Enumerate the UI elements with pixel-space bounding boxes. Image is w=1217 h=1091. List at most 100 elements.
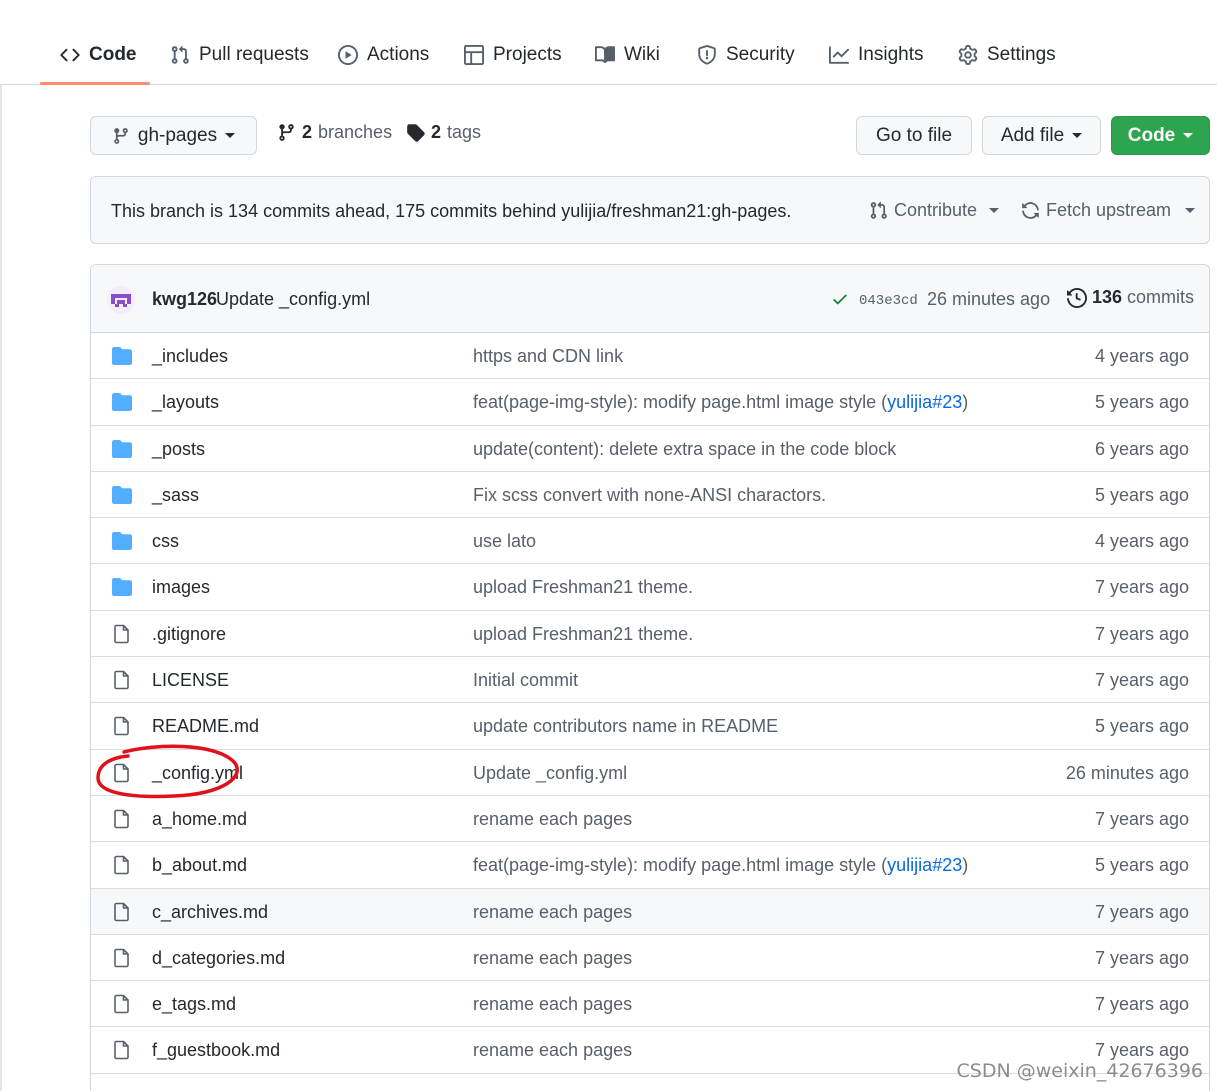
add-file-button[interactable]: Add file bbox=[982, 116, 1101, 155]
fetch-upstream-button[interactable]: Fetch upstream bbox=[1021, 200, 1196, 221]
file-row[interactable]: _sass Fix scss convert with none-ANSI cha… bbox=[91, 472, 1209, 519]
file-row[interactable]: images upload Freshman21 theme. 7 years ag… bbox=[91, 564, 1209, 611]
check-icon[interactable] bbox=[831, 290, 849, 308]
chevron-down-icon bbox=[225, 133, 236, 138]
tab-code[interactable]: Code bbox=[60, 38, 137, 72]
code-download-button[interactable]: Code bbox=[1111, 116, 1210, 155]
branches-link[interactable]: 2 branches bbox=[277, 122, 392, 143]
file-commit-message[interactable]: Initial commit bbox=[473, 670, 578, 691]
file-name-link[interactable]: css bbox=[152, 531, 179, 552]
file-age: 7 years ago bbox=[1094, 623, 1189, 644]
branch-name: gh-pages bbox=[137, 124, 218, 146]
tab-security[interactable]: Security bbox=[697, 38, 795, 72]
file-name-link[interactable]: f_guestbook.md bbox=[152, 1040, 280, 1061]
file-row[interactable]: _config.yml Update _config.yml 26 minutes … bbox=[91, 750, 1209, 796]
commit-message-text[interactable]: update contributors name in README bbox=[473, 716, 778, 736]
file-name-link[interactable]: a_home.md bbox=[152, 809, 247, 830]
tab-wiki[interactable]: Wiki bbox=[595, 38, 660, 72]
file-name-link[interactable]: _config.yml bbox=[152, 763, 243, 784]
issue-link[interactable]: yulijia#23 bbox=[887, 392, 962, 412]
file-icon bbox=[111, 902, 133, 922]
latest-commit-bar: kwg126 Update _config.yml 043e3cd 26 min… bbox=[91, 265, 1209, 333]
tab-label: Actions bbox=[367, 44, 430, 65]
file-commit-message[interactable]: update contributors name in README bbox=[473, 716, 778, 737]
file-commit-message[interactable]: use lato bbox=[473, 531, 536, 552]
code-icon bbox=[60, 48, 80, 62]
file-commit-message[interactable]: rename each pages bbox=[473, 994, 632, 1015]
file-row[interactable]: _posts update(content): delete extra spac… bbox=[91, 426, 1209, 472]
file-name-link[interactable]: _posts bbox=[152, 439, 205, 460]
file-name-link[interactable]: b_about.md bbox=[152, 855, 247, 876]
tab-insights[interactable]: Insights bbox=[829, 38, 923, 72]
file-row[interactable]: css use lato 4 years ago bbox=[91, 518, 1209, 565]
file-commit-message[interactable]: rename each pages bbox=[473, 1040, 632, 1061]
commit-message-text[interactable]: https and CDN link bbox=[473, 346, 623, 366]
file-row[interactable]: LICENSE Initial commit 7 years ago bbox=[91, 657, 1209, 704]
issue-link[interactable]: yulijia#23 bbox=[887, 855, 962, 875]
file-name-link[interactable]: c_archives.md bbox=[152, 902, 268, 923]
file-name-link[interactable]: e_tags.md bbox=[152, 994, 236, 1015]
commit-message-text[interactable]: Fix scss convert with none-ANSI characto… bbox=[473, 485, 826, 505]
file-row[interactable]: README.md update contributors name in REA… bbox=[91, 703, 1209, 750]
file-name-link[interactable]: _includes bbox=[152, 346, 228, 367]
file-name-link[interactable]: LICENSE bbox=[152, 670, 229, 691]
file-row[interactable]: b_about.md feat(page-img-style): modify p… bbox=[91, 842, 1209, 889]
ahead-behind-text: This branch is 134 commits ahead, 175 co… bbox=[111, 201, 792, 221]
go-to-file-button[interactable]: Go to file bbox=[856, 116, 972, 155]
file-commit-message[interactable]: https and CDN link bbox=[473, 346, 623, 367]
commit-sha-link[interactable]: 043e3cd bbox=[859, 293, 918, 309]
contribute-button[interactable]: Contribute bbox=[869, 200, 1000, 221]
file-row[interactable]: _includes https and CDN link 4 years ago bbox=[91, 333, 1209, 380]
commit-message-link[interactable]: Update _config.yml bbox=[216, 289, 370, 310]
tab-projects[interactable]: Projects bbox=[464, 38, 562, 72]
file-name-link[interactable]: README.md bbox=[152, 716, 259, 737]
commit-message-text[interactable]: update(content): delete extra space in t… bbox=[473, 439, 896, 459]
commit-message-text[interactable]: Update _config.yml bbox=[473, 763, 627, 783]
file-row[interactable]: c_archives.md rename each pages 7 years ag… bbox=[91, 888, 1209, 935]
file-age: 4 years ago bbox=[1094, 531, 1189, 552]
tags-link[interactable]: 2 tags bbox=[406, 122, 481, 143]
file-row[interactable]: _layouts feat(page-img-style): modify pag… bbox=[91, 379, 1209, 426]
commit-message-text[interactable]: upload Freshman21 theme. bbox=[473, 624, 693, 644]
commit-message-text[interactable]: use lato bbox=[473, 531, 536, 551]
file-name-link[interactable]: d_categories.md bbox=[152, 948, 285, 969]
file-name-link[interactable]: images bbox=[152, 577, 210, 598]
file-row[interactable]: d_categories.md rename each pages 7 years … bbox=[91, 935, 1209, 982]
file-commit-message[interactable]: Update _config.yml bbox=[473, 763, 627, 784]
file-commit-message[interactable]: feat(page-img-style): modify page.html i… bbox=[473, 392, 968, 413]
tab-label: Projects bbox=[493, 44, 562, 65]
commit-message-text[interactable]: rename each pages bbox=[473, 948, 632, 968]
file-commit-message[interactable]: rename each pages bbox=[473, 948, 632, 969]
file-commit-message[interactable]: upload Freshman21 theme. bbox=[473, 577, 693, 598]
tab-settings[interactable]: Settings bbox=[958, 38, 1056, 72]
branch-select-button[interactable]: gh-pages bbox=[90, 116, 257, 155]
file-commit-message[interactable]: rename each pages bbox=[473, 902, 632, 923]
commit-message-text[interactable]: feat(page-img-style): modify page.html i… bbox=[473, 392, 887, 412]
file-commit-message[interactable]: update(content): delete extra space in t… bbox=[473, 439, 896, 460]
commit-author-link[interactable]: kwg126 bbox=[152, 289, 217, 310]
commit-message-text[interactable]: feat(page-img-style): modify page.html i… bbox=[473, 855, 887, 875]
go-to-file-label: Go to file bbox=[875, 124, 953, 146]
file-commit-message[interactable]: upload Freshman21 theme. bbox=[473, 624, 693, 645]
commit-message-text[interactable]: rename each pages bbox=[473, 809, 632, 829]
file-age: 7 years ago bbox=[1094, 1040, 1189, 1061]
file-commit-message[interactable]: rename each pages bbox=[473, 809, 632, 830]
file-row[interactable]: a_home.md rename each pages 7 years ago bbox=[91, 796, 1209, 843]
file-name-link[interactable]: _sass bbox=[152, 485, 199, 506]
file-commit-message[interactable]: Fix scss convert with none-ANSI characto… bbox=[473, 485, 826, 506]
watermark-text: CSDN @weixin_42676396 bbox=[956, 1060, 1204, 1082]
commit-message-text[interactable]: rename each pages bbox=[473, 994, 632, 1014]
file-row[interactable]: e_tags.md rename each pages 7 years ago bbox=[91, 981, 1209, 1028]
avatar[interactable] bbox=[107, 286, 135, 314]
commit-message-text[interactable]: rename each pages bbox=[473, 1040, 632, 1060]
file-name-link[interactable]: .gitignore bbox=[152, 624, 226, 645]
file-commit-message[interactable]: feat(page-img-style): modify page.html i… bbox=[473, 855, 968, 876]
commit-message-text[interactable]: upload Freshman21 theme. bbox=[473, 577, 693, 597]
commit-message-text[interactable]: rename each pages bbox=[473, 902, 632, 922]
commit-message-text[interactable]: Initial commit bbox=[473, 670, 578, 690]
file-name-link[interactable]: _layouts bbox=[152, 392, 219, 413]
tab-pull-requests[interactable]: Pull requests bbox=[170, 38, 309, 72]
file-row[interactable]: .gitignore upload Freshman21 theme. 7 year… bbox=[91, 611, 1209, 658]
tab-actions[interactable]: Actions bbox=[338, 38, 429, 72]
commits-history-link[interactable]: 136 commits bbox=[1067, 287, 1194, 308]
